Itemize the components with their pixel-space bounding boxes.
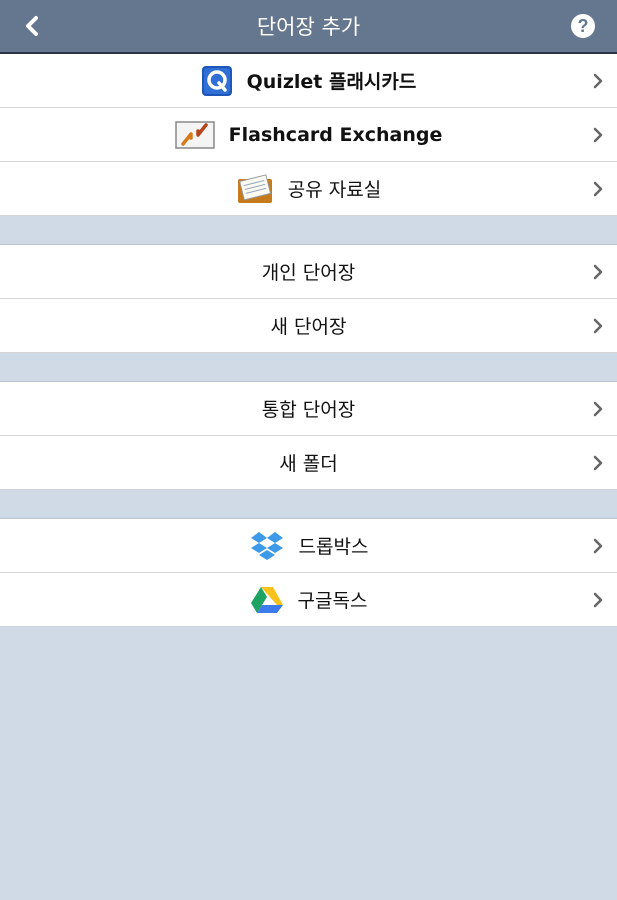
chevron-right-icon xyxy=(593,264,603,279)
question-circle-icon: ? xyxy=(577,16,589,36)
list-item-google-docs[interactable]: 구글독스 xyxy=(0,573,617,627)
flashcard-exchange-icon xyxy=(174,120,215,150)
page-title: 단어장 추가 xyxy=(256,15,361,39)
import-sources-section: Quizlet 플래시카드 Flashcard Exchange 공유 자료실 xyxy=(0,54,617,216)
chevron-right-icon xyxy=(593,73,603,88)
help-button[interactable]: ? xyxy=(571,14,595,38)
chevron-left-icon xyxy=(26,16,38,36)
chevron-right-icon xyxy=(593,455,603,470)
section-divider xyxy=(0,216,617,245)
list-item-label: Flashcard Exchange xyxy=(228,123,443,146)
header-bar: 단어장 추가 ? xyxy=(0,0,617,54)
list-item-label: 새 폴더 xyxy=(279,453,338,475)
quizlet-icon xyxy=(201,65,233,97)
chevron-right-icon xyxy=(593,318,603,333)
chevron-right-icon xyxy=(593,181,603,196)
list-item-label: 드롭박스 xyxy=(298,536,369,558)
list-item-dropbox[interactable]: 드롭박스 xyxy=(0,519,617,573)
google-drive-icon xyxy=(250,585,284,615)
list-item-combined-wordbook[interactable]: 통합 단어장 xyxy=(0,382,617,436)
dropbox-icon xyxy=(249,530,285,562)
personal-wordbook-section: 개인 단어장 새 단어장 xyxy=(0,245,617,353)
list-item-label: Quizlet 플래시카드 xyxy=(246,71,417,93)
shared-library-icon xyxy=(236,173,274,205)
cloud-sources-section: 드롭박스 구글독스 xyxy=(0,519,617,627)
list-item-label: 공유 자료실 xyxy=(287,179,382,201)
list-item-label: 구글독스 xyxy=(297,590,368,612)
list-item-personal-wordbook[interactable]: 개인 단어장 xyxy=(0,245,617,299)
list-item-new-wordbook[interactable]: 새 단어장 xyxy=(0,299,617,353)
back-button[interactable] xyxy=(18,12,46,40)
list-item-shared-library[interactable]: 공유 자료실 xyxy=(0,162,617,216)
list-item-label: 개인 단어장 xyxy=(261,262,356,284)
list-item-new-folder[interactable]: 새 폴더 xyxy=(0,436,617,490)
list-item-label: 통합 단어장 xyxy=(261,399,356,421)
list-item-label: 새 단어장 xyxy=(270,316,347,338)
chevron-right-icon xyxy=(593,538,603,553)
list-item-quizlet[interactable]: Quizlet 플래시카드 xyxy=(0,54,617,108)
combined-wordbook-section: 통합 단어장 새 폴더 xyxy=(0,382,617,490)
chevron-right-icon xyxy=(593,127,603,142)
list-item-flashcard-exchange[interactable]: Flashcard Exchange xyxy=(0,108,617,162)
chevron-right-icon xyxy=(593,592,603,607)
section-divider xyxy=(0,490,617,519)
section-divider xyxy=(0,353,617,382)
chevron-right-icon xyxy=(593,401,603,416)
